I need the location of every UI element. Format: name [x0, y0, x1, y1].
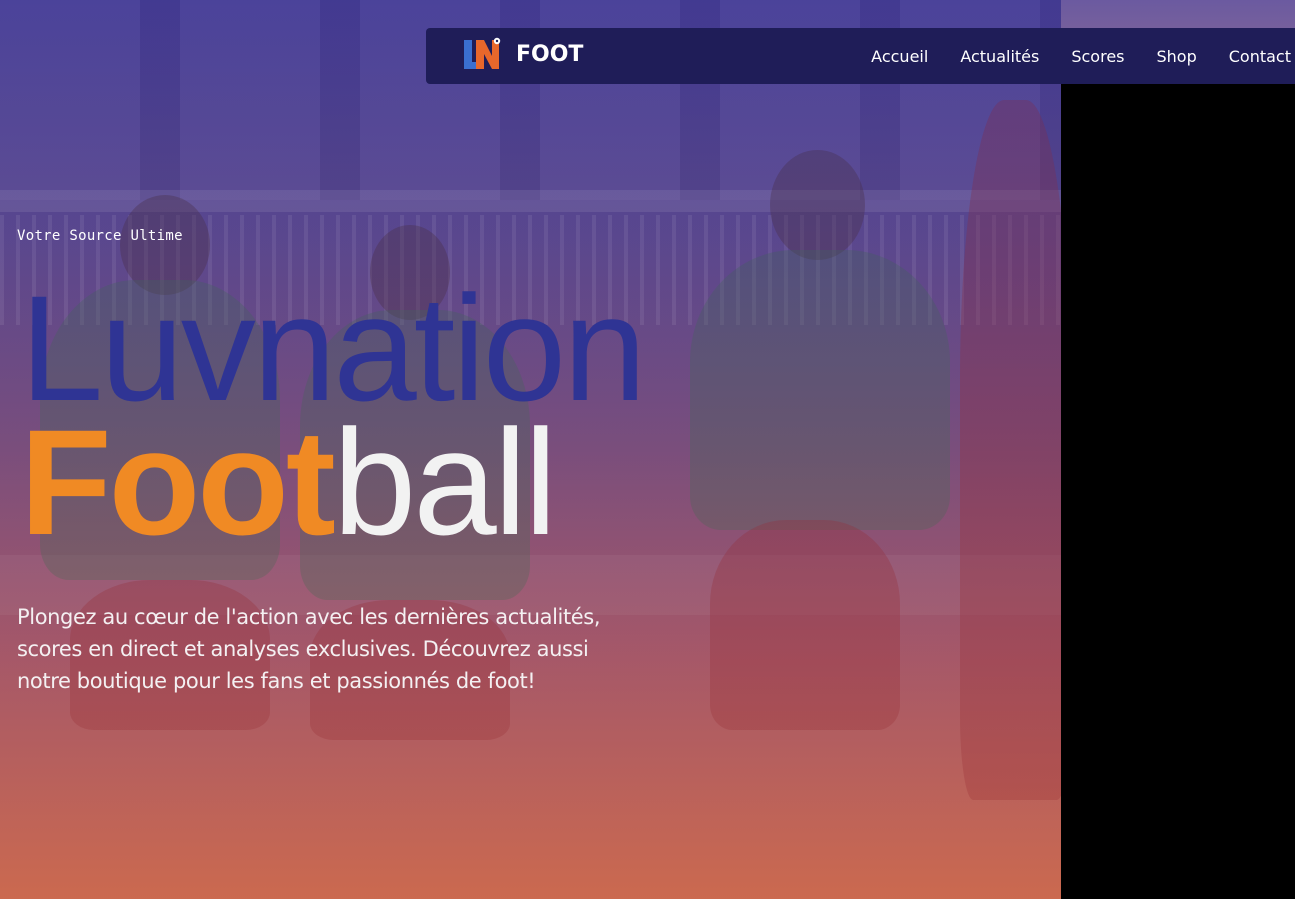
main-nav: Accueil Actualités Scores Shop Contact: [871, 28, 1295, 84]
hero-title-rest: ball: [332, 398, 557, 566]
brand-name[interactable]: FOOT: [516, 42, 583, 67]
hero-title-line2: Football: [20, 402, 557, 562]
hero-title-accent: Foot: [20, 398, 336, 566]
nav-item-shop[interactable]: Shop: [1157, 47, 1197, 66]
nav-item-actualites[interactable]: Actualités: [960, 47, 1039, 66]
ln-foot-logo-icon-svg: [464, 37, 501, 69]
hero-eyebrow: Votre Source Ultime: [17, 228, 183, 244]
side-panel: [1061, 84, 1295, 899]
ln-foot-logo-icon[interactable]: [462, 36, 502, 72]
hero-section: Votre Source Ultime Luvnation Football P…: [0, 0, 1061, 899]
nav-item-accueil[interactable]: Accueil: [871, 47, 928, 66]
nav-item-contact[interactable]: Contact: [1229, 47, 1291, 66]
nav-item-scores[interactable]: Scores: [1071, 47, 1124, 66]
top-navbar: FOOT Accueil Actualités Scores Shop Cont…: [426, 28, 1295, 84]
hero-lead-text: Plongez au cœur de l'action avec les der…: [17, 605, 601, 693]
